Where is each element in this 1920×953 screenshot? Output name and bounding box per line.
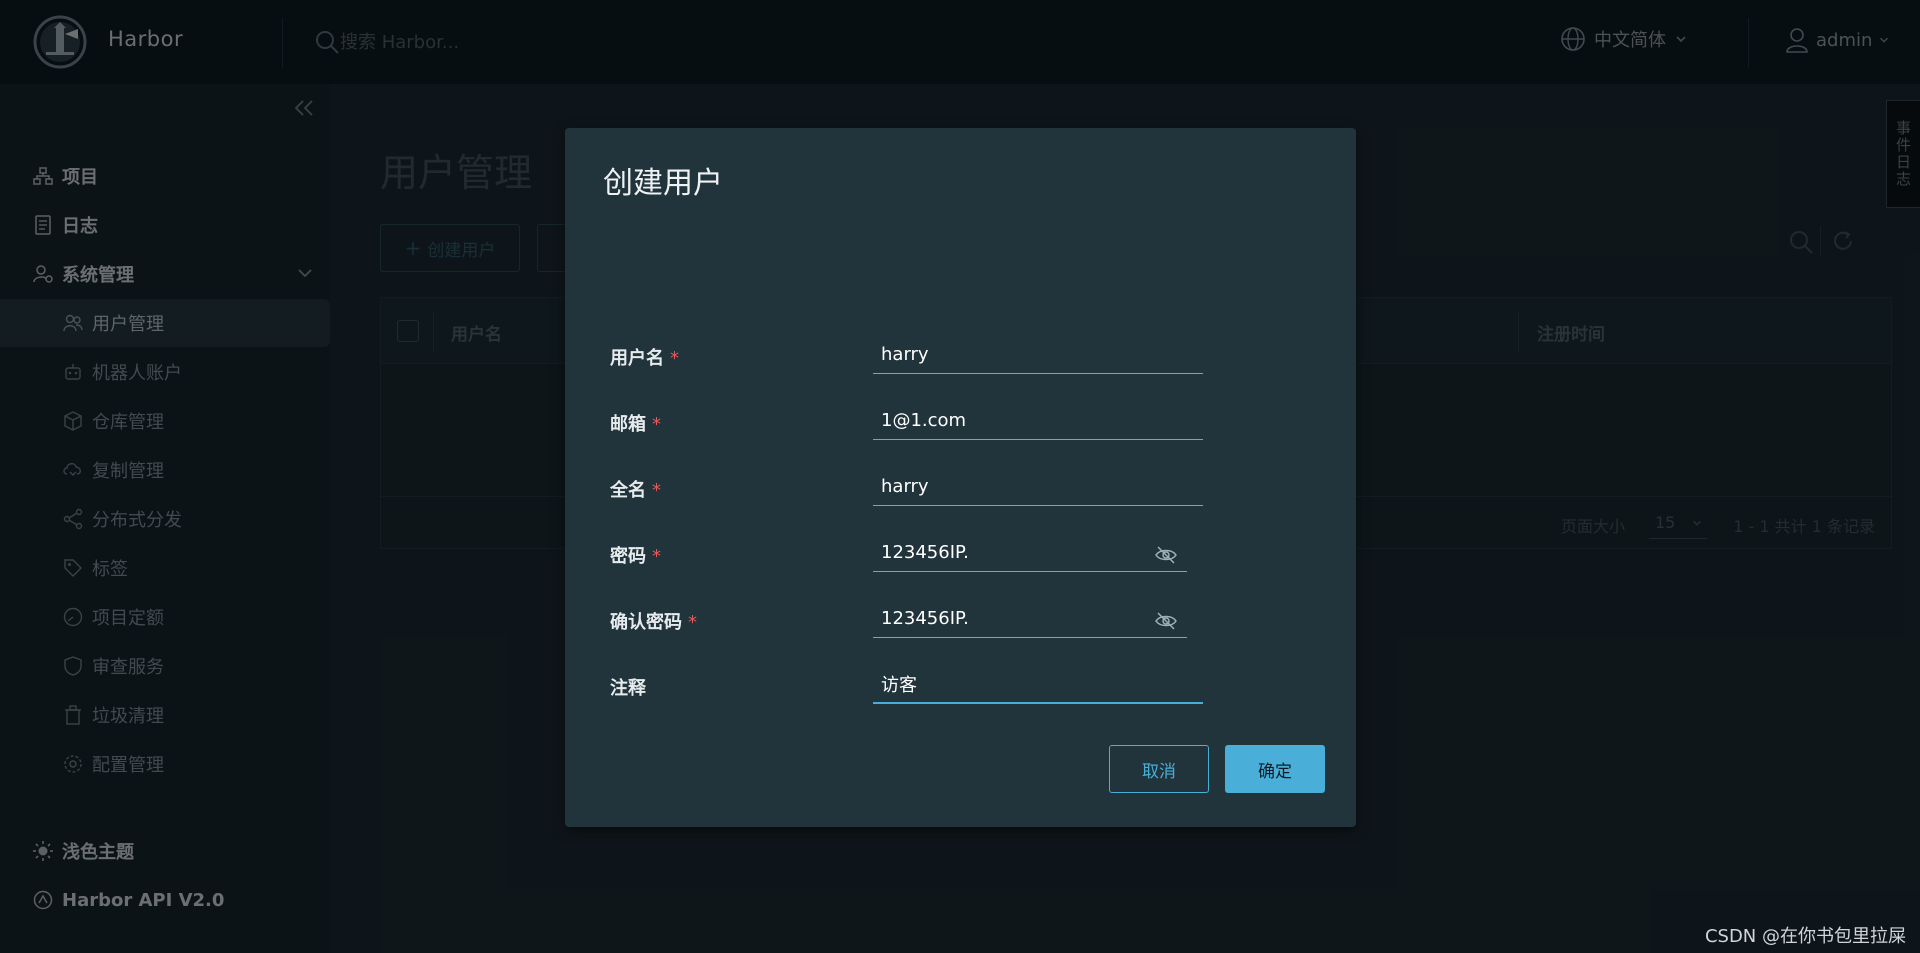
username-label: 用户名 * (610, 344, 679, 370)
email-label-text: 邮箱 (610, 414, 646, 435)
password-label: 密码 * (610, 542, 661, 568)
comment-field[interactable] (873, 664, 1203, 704)
watermark: CSDN @在你书包里拉屎 (1704, 926, 1906, 947)
confirm-button[interactable]: 确定 (1225, 745, 1325, 793)
fullname-field[interactable] (873, 466, 1203, 506)
create-user-dialog: 创建用户 用户名 * 邮箱 * 全名 * 密码 * 确认密码 * 注释 取消 确定 (565, 128, 1356, 827)
eye-hide-icon[interactable] (1154, 543, 1178, 567)
password-field[interactable] (873, 532, 1187, 572)
required-marker: * (670, 348, 679, 369)
dialog-title: 创建用户 (603, 166, 723, 201)
required-marker: * (652, 546, 661, 567)
password-label-text: 密码 (610, 546, 646, 567)
eye-hide-icon[interactable] (1154, 609, 1178, 633)
username-field[interactable] (873, 334, 1203, 374)
confirm-password-field[interactable] (873, 598, 1187, 638)
comment-label: 注释 (610, 674, 646, 700)
confirm-password-label-text: 确认密码 (610, 612, 682, 633)
username-label-text: 用户名 (610, 348, 664, 369)
required-marker: * (652, 414, 661, 435)
email-label: 邮箱 * (610, 410, 661, 436)
comment-label-text: 注释 (610, 678, 646, 699)
required-marker: * (688, 612, 697, 633)
fullname-label: 全名 * (610, 476, 661, 502)
cancel-button[interactable]: 取消 (1109, 745, 1209, 793)
required-marker: * (652, 480, 661, 501)
email-field[interactable] (873, 400, 1203, 440)
confirm-password-label: 确认密码 * (610, 608, 697, 634)
fullname-label-text: 全名 (610, 480, 646, 501)
